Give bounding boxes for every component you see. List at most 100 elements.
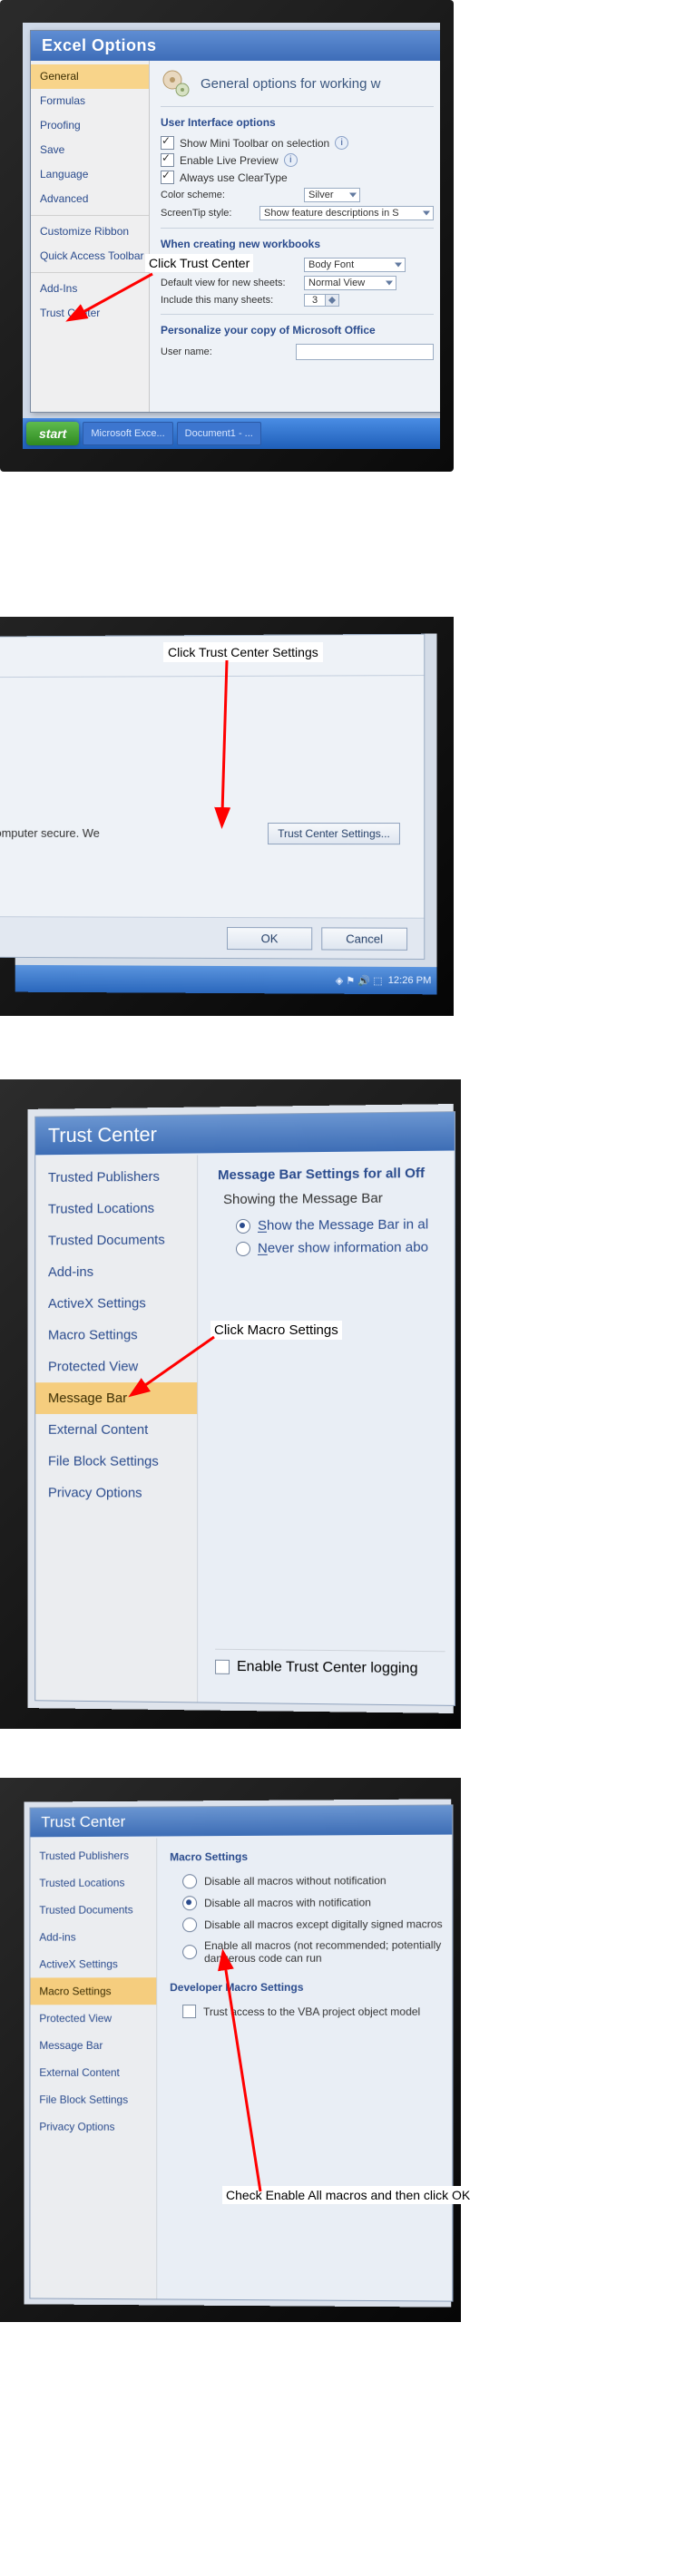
nav-activex[interactable]: ActiveX Settings bbox=[35, 1287, 197, 1320]
cancel-button[interactable]: Cancel bbox=[321, 927, 407, 950]
trust-center-dialog-partial: .com. tings help keep your computer secu… bbox=[0, 634, 425, 960]
step1-panel: Excel Options General Formulas Proofing … bbox=[0, 0, 685, 617]
sect-personalize: Personalize your copy of Microsoft Offic… bbox=[161, 324, 434, 337]
nav-trusted-publishers[interactable]: Trusted Publishers bbox=[35, 1160, 197, 1194]
dd-screentip[interactable]: Show feature descriptions in S bbox=[259, 206, 434, 220]
clock: 12:26 PM bbox=[388, 975, 432, 986]
cb-cleartype[interactable] bbox=[161, 171, 174, 184]
lbl-default-view: Default view for new sheets: bbox=[161, 278, 297, 288]
radio-disable-no-notif[interactable] bbox=[182, 1874, 197, 1888]
trust-center-nav: Trusted Publishers Trusted Locations Tru… bbox=[30, 1839, 157, 2299]
step3-panel: Trust Center Trusted Publishers Trusted … bbox=[0, 1079, 685, 1760]
screen: Excel Options General Formulas Proofing … bbox=[23, 23, 440, 449]
callout-trust-center-settings: Click Trust Center Settings bbox=[163, 642, 323, 662]
spin-sheets[interactable]: 3 bbox=[304, 294, 339, 307]
nav-trusted-documents[interactable]: Trusted Documents bbox=[30, 1896, 156, 1923]
tx-username[interactable] bbox=[296, 344, 434, 360]
trust-center-settings-button[interactable]: Trust Center Settings... bbox=[268, 823, 400, 844]
text-secure: tings help keep your computer secure. We bbox=[0, 826, 169, 840]
gear-icon bbox=[161, 68, 191, 99]
callout-trust-center: Click Trust Center bbox=[145, 254, 253, 272]
nav-addins[interactable]: Add-ins bbox=[35, 1255, 197, 1288]
nav-language[interactable]: Language bbox=[31, 162, 149, 187]
start-button[interactable]: start bbox=[26, 422, 79, 445]
lbl-trust-vba: Trust access to the VBA project object m… bbox=[203, 2005, 420, 2017]
section-title: Message Bar Settings for all Off bbox=[218, 1166, 455, 1184]
nav-trust-center[interactable]: Trust Center bbox=[31, 301, 149, 326]
nav-protected-view[interactable]: Protected View bbox=[30, 2005, 156, 2032]
lbl-cleartype: Always use ClearType bbox=[180, 171, 288, 184]
section-title-dev: Developer Macro Settings bbox=[170, 1981, 446, 1995]
nav-qat[interactable]: Quick Access Toolbar bbox=[31, 244, 149, 268]
nav-external-content[interactable]: External Content bbox=[30, 2059, 156, 2086]
nav-trusted-locations[interactable]: Trusted Locations bbox=[30, 1869, 156, 1897]
trust-center-nav: Trusted Publishers Trusted Locations Tru… bbox=[35, 1155, 198, 1702]
nav-activex[interactable]: ActiveX Settings bbox=[30, 1950, 156, 1977]
nav-addins[interactable]: Add-Ins bbox=[31, 277, 149, 301]
nav-customize-ribbon[interactable]: Customize Ribbon bbox=[31, 220, 149, 244]
lbl-disable-with-notif: Disable all macros with notification bbox=[204, 1896, 371, 1909]
dd-color-scheme[interactable]: Silver bbox=[304, 188, 360, 202]
laptop-bezel: Trust Center Trusted Publishers Trusted … bbox=[0, 1079, 461, 1729]
message-bar-pane: Message Bar Settings for all Off Showing… bbox=[198, 1153, 455, 1705]
subheading: Showing the Message Bar bbox=[223, 1190, 455, 1207]
footer-row: Enable Trust Center logging bbox=[215, 1649, 445, 1678]
nav-macro-settings[interactable]: Macro Settings bbox=[30, 1977, 156, 2005]
nav-trusted-publishers[interactable]: Trusted Publishers bbox=[30, 1842, 156, 1870]
radio-enable-all[interactable] bbox=[182, 1945, 197, 1959]
nav-message-bar[interactable]: Message Bar bbox=[35, 1382, 197, 1414]
nav-addins[interactable]: Add-ins bbox=[30, 1923, 156, 1950]
radio-disable-with-notif[interactable] bbox=[182, 1896, 197, 1910]
info-icon[interactable]: i bbox=[284, 153, 298, 167]
lbl-screentip: ScreenTip style: bbox=[161, 208, 252, 219]
step4-panel: Trust Center Trusted Publishers Trusted … bbox=[0, 1778, 685, 2395]
info-icon[interactable]: i bbox=[335, 136, 348, 150]
nav-advanced[interactable]: Advanced bbox=[31, 187, 149, 211]
cb-enable-logging[interactable] bbox=[215, 1660, 230, 1674]
dd-default-view[interactable]: Normal View bbox=[304, 276, 396, 290]
lbl-mini-toolbar: Show Mini Toolbar on selection bbox=[180, 137, 329, 150]
sect-ui: User Interface options bbox=[161, 116, 434, 129]
lbl-enable-logging: Enable Trust Center logging bbox=[237, 1659, 418, 1677]
dialog-title: Trust Center bbox=[30, 1805, 452, 1837]
tray-icons[interactable]: ◈ ⚑ 🔊 ⬚ bbox=[336, 974, 383, 986]
nav-message-bar[interactable]: Message Bar bbox=[30, 2032, 156, 2059]
nav-general[interactable]: General bbox=[31, 64, 149, 89]
nav-save[interactable]: Save bbox=[31, 138, 149, 162]
lbl-disable-except-signed: Disable all macros except digitally sign… bbox=[204, 1917, 443, 1931]
cb-mini-toolbar[interactable] bbox=[161, 136, 174, 150]
nav-privacy[interactable]: Privacy Options bbox=[30, 2113, 156, 2141]
nav-trusted-locations[interactable]: Trusted Locations bbox=[35, 1192, 197, 1225]
lbl-disable-no-notif: Disable all macros without notification bbox=[204, 1874, 387, 1888]
laptop-bezel: .com. tings help keep your computer secu… bbox=[0, 617, 454, 1016]
nav-formulas[interactable]: Formulas bbox=[31, 89, 149, 113]
dialog-title: Trust Center bbox=[35, 1112, 455, 1155]
radio-show-bar[interactable] bbox=[236, 1218, 250, 1233]
cb-trust-vba[interactable] bbox=[182, 2005, 196, 2018]
dialog-title: Excel Options bbox=[31, 31, 440, 61]
options-nav: General Formulas Proofing Save Language … bbox=[31, 61, 150, 412]
taskbar-word[interactable]: Document1 - ... bbox=[177, 422, 261, 445]
ok-button[interactable]: OK bbox=[227, 927, 312, 950]
nav-file-block[interactable]: File Block Settings bbox=[35, 1446, 197, 1478]
nav-external-content[interactable]: External Content bbox=[35, 1414, 197, 1446]
excel-options-dialog: Excel Options General Formulas Proofing … bbox=[30, 30, 440, 413]
nav-macro-settings[interactable]: Macro Settings bbox=[35, 1319, 197, 1351]
macro-settings-pane: Macro Settings Disable all macros withou… bbox=[157, 1837, 452, 2301]
header-text: General options for working w bbox=[201, 76, 380, 92]
nav-file-block[interactable]: File Block Settings bbox=[30, 2086, 156, 2113]
radio-disable-except-signed[interactable] bbox=[182, 1917, 197, 1932]
callout-macro-settings: Click Macro Settings bbox=[210, 1321, 342, 1340]
taskbar-excel[interactable]: Microsoft Exce... bbox=[83, 422, 172, 445]
nav-privacy[interactable]: Privacy Options bbox=[35, 1477, 197, 1508]
trust-center-dialog: Trust Center Trusted Publishers Trusted … bbox=[34, 1111, 455, 1706]
nav-proofing[interactable]: Proofing bbox=[31, 113, 149, 138]
dd-font[interactable]: Body Font bbox=[304, 258, 406, 272]
nav-protected-view[interactable]: Protected View bbox=[35, 1351, 197, 1382]
callout-enable-all-macros: Check Enable All macros and then click O… bbox=[222, 2186, 474, 2204]
cb-live-preview[interactable] bbox=[161, 153, 174, 167]
lbl-color-scheme: Color scheme: bbox=[161, 190, 297, 200]
nav-trusted-documents[interactable]: Trusted Documents bbox=[35, 1224, 197, 1256]
radio-never-show[interactable] bbox=[236, 1241, 250, 1255]
lbl-sheets: Include this many sheets: bbox=[161, 295, 297, 306]
